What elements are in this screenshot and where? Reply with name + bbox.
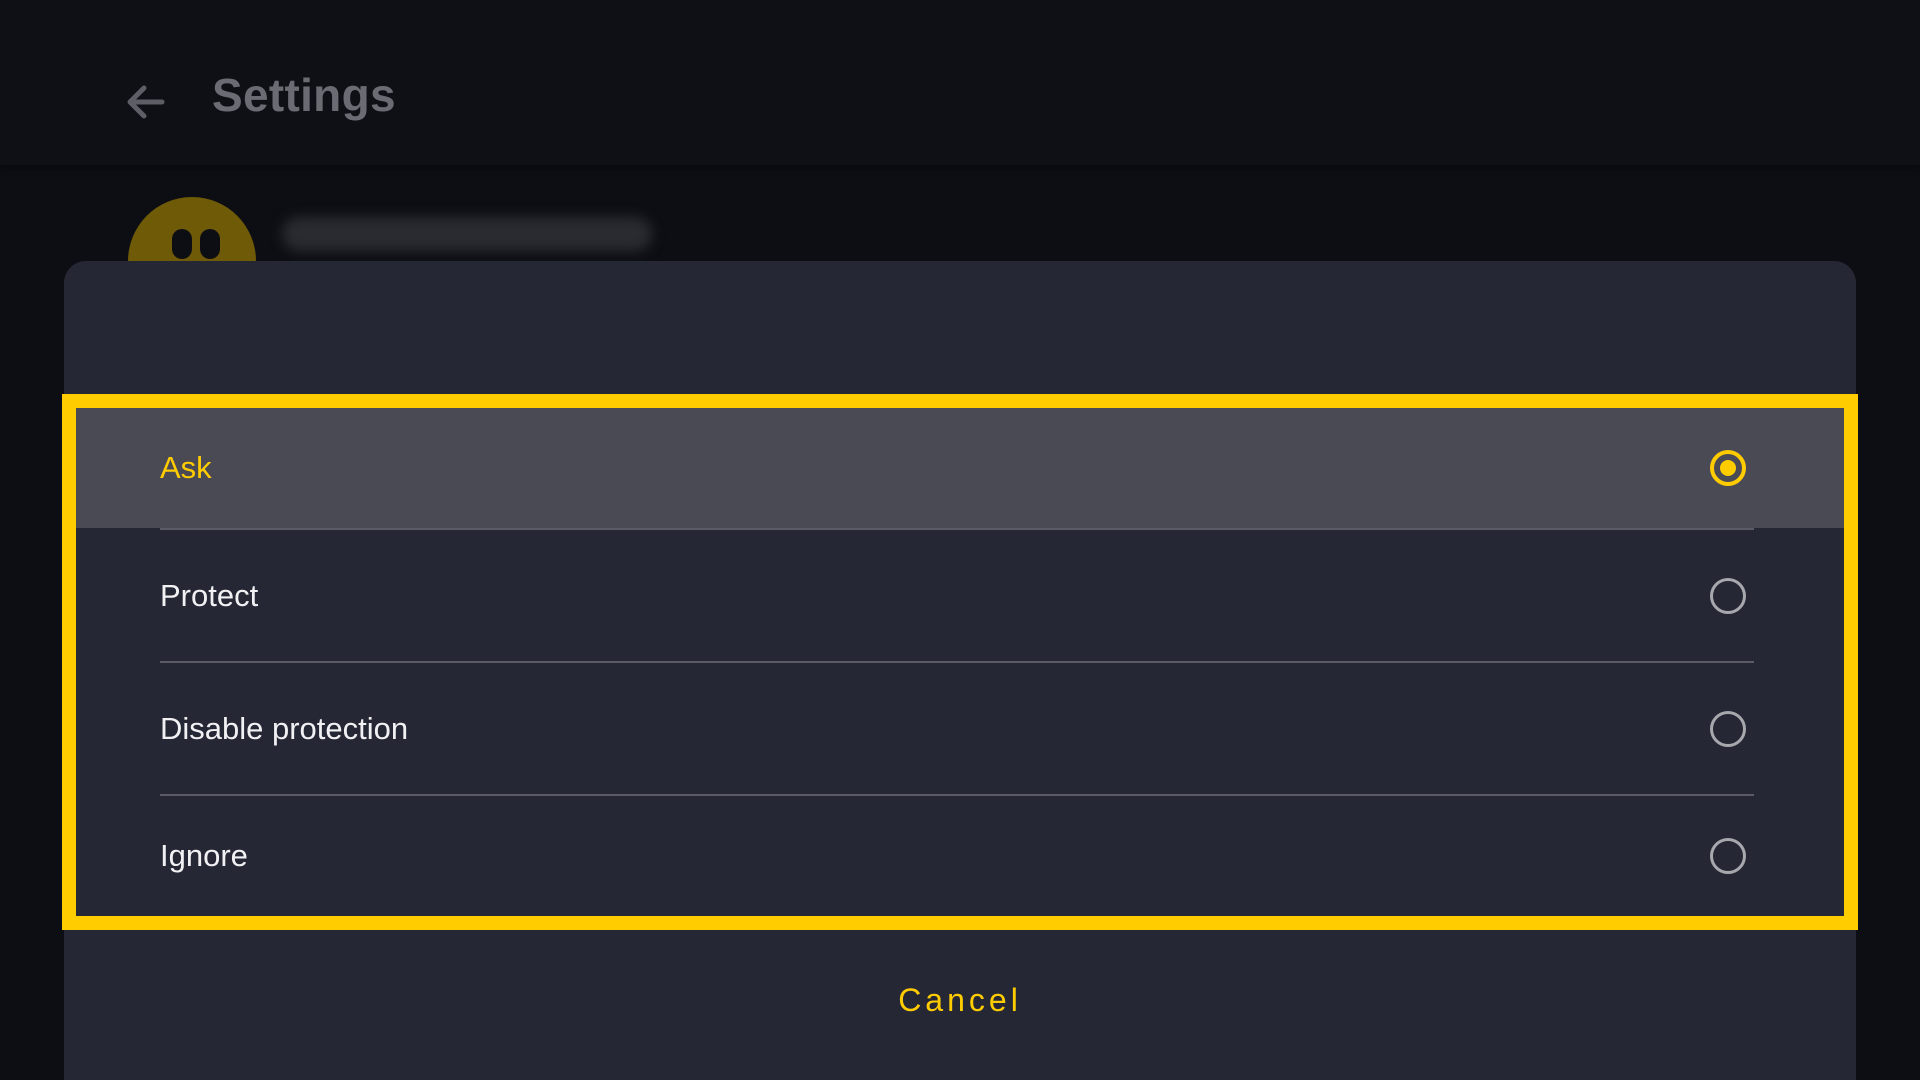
page-title: Settings [212, 69, 396, 121]
radio-unselected-icon[interactable] [1710, 577, 1746, 614]
option-ignore[interactable]: Ignore [76, 796, 1844, 916]
option-label: Disable protection [160, 710, 409, 746]
arrow-left-icon [122, 78, 170, 131]
top-app-bar: Settings [0, 0, 1920, 165]
options-list: Ask Protect Disable protection Ignore [76, 408, 1844, 916]
option-protect[interactable]: Protect [76, 530, 1844, 661]
option-label: Ignore [160, 838, 248, 873]
radio-unselected-icon[interactable] [1710, 710, 1746, 747]
option-disable-protection[interactable]: Disable protection [76, 663, 1844, 794]
cancel-button[interactable]: Cancel [860, 970, 1060, 1030]
option-label: Ask [160, 450, 212, 485]
back-button[interactable] [118, 76, 174, 132]
radio-selected-icon[interactable] [1710, 450, 1746, 486]
option-label: Protect [160, 577, 259, 613]
account-row [0, 165, 1920, 325]
option-ask[interactable]: Ask [76, 408, 1844, 528]
account-name-redacted [282, 217, 652, 251]
radio-unselected-icon[interactable] [1710, 838, 1746, 874]
app-root: Settings Ask Protect Disable protection … [0, 0, 1920, 1080]
